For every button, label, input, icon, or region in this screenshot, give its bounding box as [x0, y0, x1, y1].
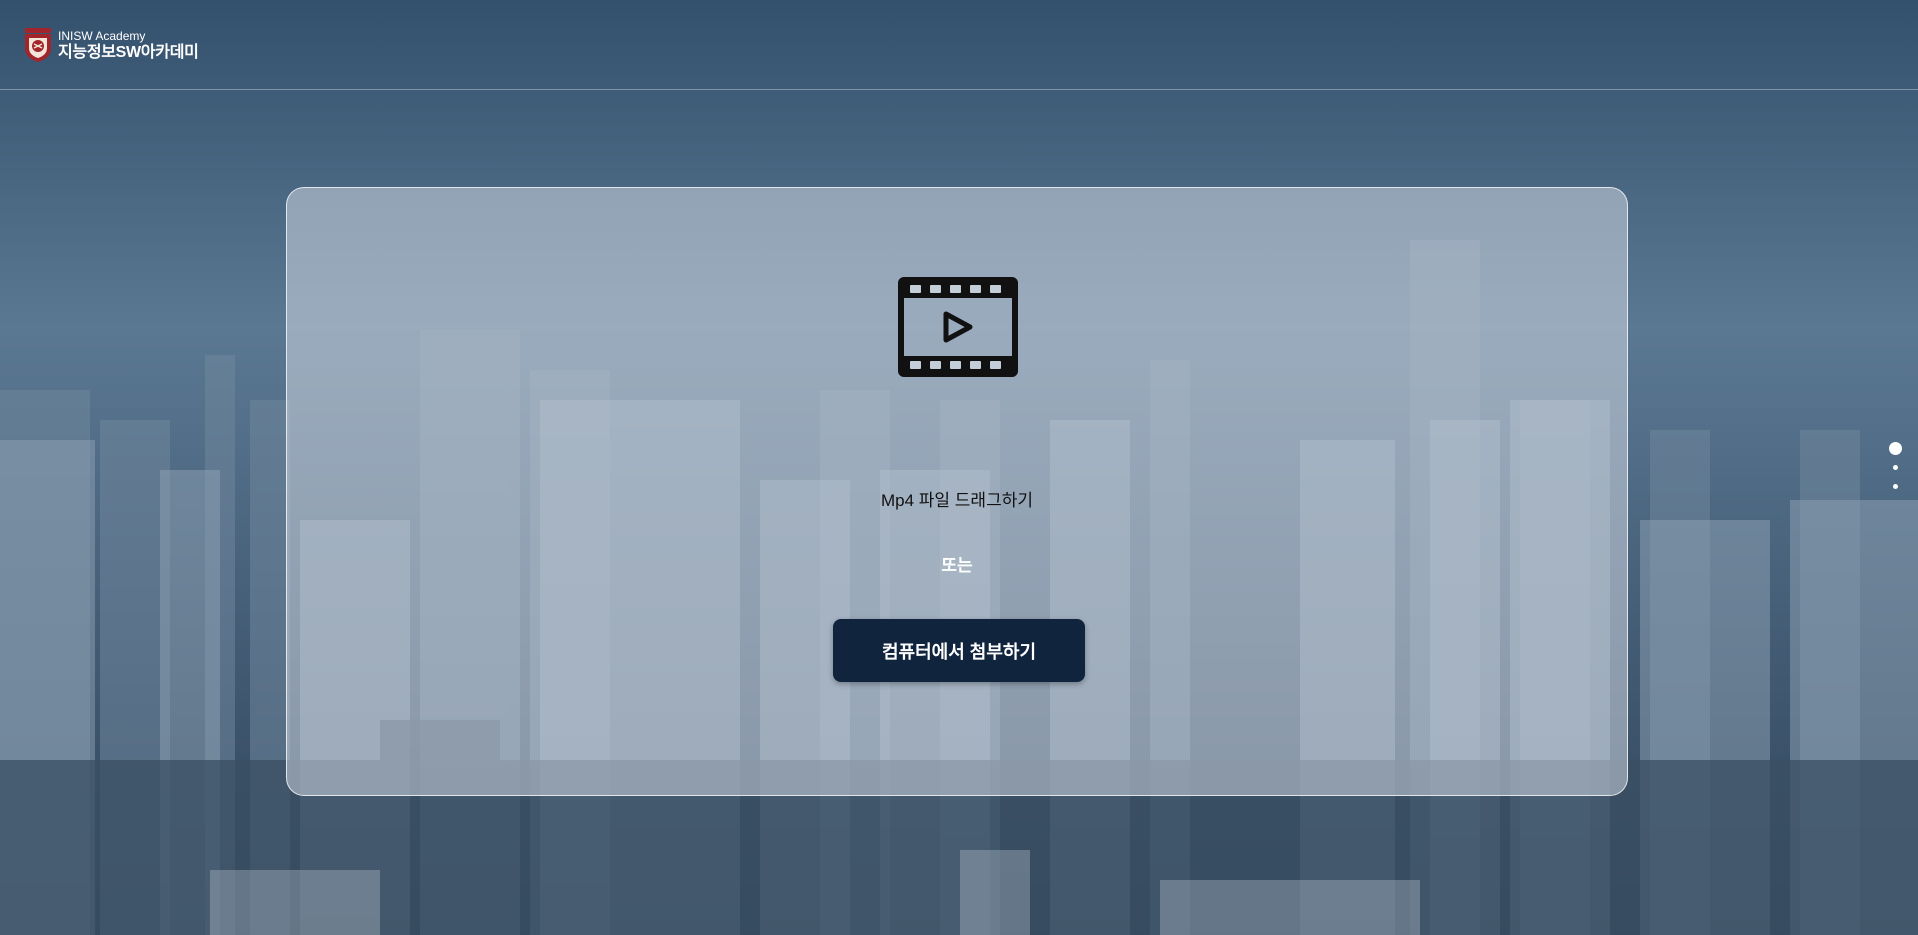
pagination-dot-2[interactable]: [1893, 465, 1898, 470]
top-header: INISW Academy 지능정보SW아카데미: [0, 0, 1918, 90]
pagination-dot-1[interactable]: [1889, 442, 1902, 455]
logo-title: 지능정보SW아카데미: [58, 43, 199, 61]
university-crest-icon: [25, 28, 51, 62]
pagination-dot-3[interactable]: [1893, 484, 1898, 489]
attach-from-computer-button[interactable]: 컴퓨터에서 첨부하기: [833, 619, 1085, 682]
video-upload-dropzone[interactable]: Mp4 파일 드래그하기 또는 컴퓨터에서 첨부하기: [286, 187, 1628, 796]
video-film-icon: [898, 277, 1018, 377]
section-pagination: [1888, 442, 1904, 492]
page-root: INISW Academy 지능정보SW아카데미 Mp4 파일 드래그하기 또는…: [0, 0, 1918, 935]
or-separator-text: 또는: [941, 556, 973, 575]
drag-instruction-text: Mp4 파일 드래그하기: [881, 491, 1033, 510]
academy-logo[interactable]: INISW Academy 지능정보SW아카데미: [24, 28, 199, 62]
logo-subtitle: INISW Academy: [58, 28, 146, 43]
